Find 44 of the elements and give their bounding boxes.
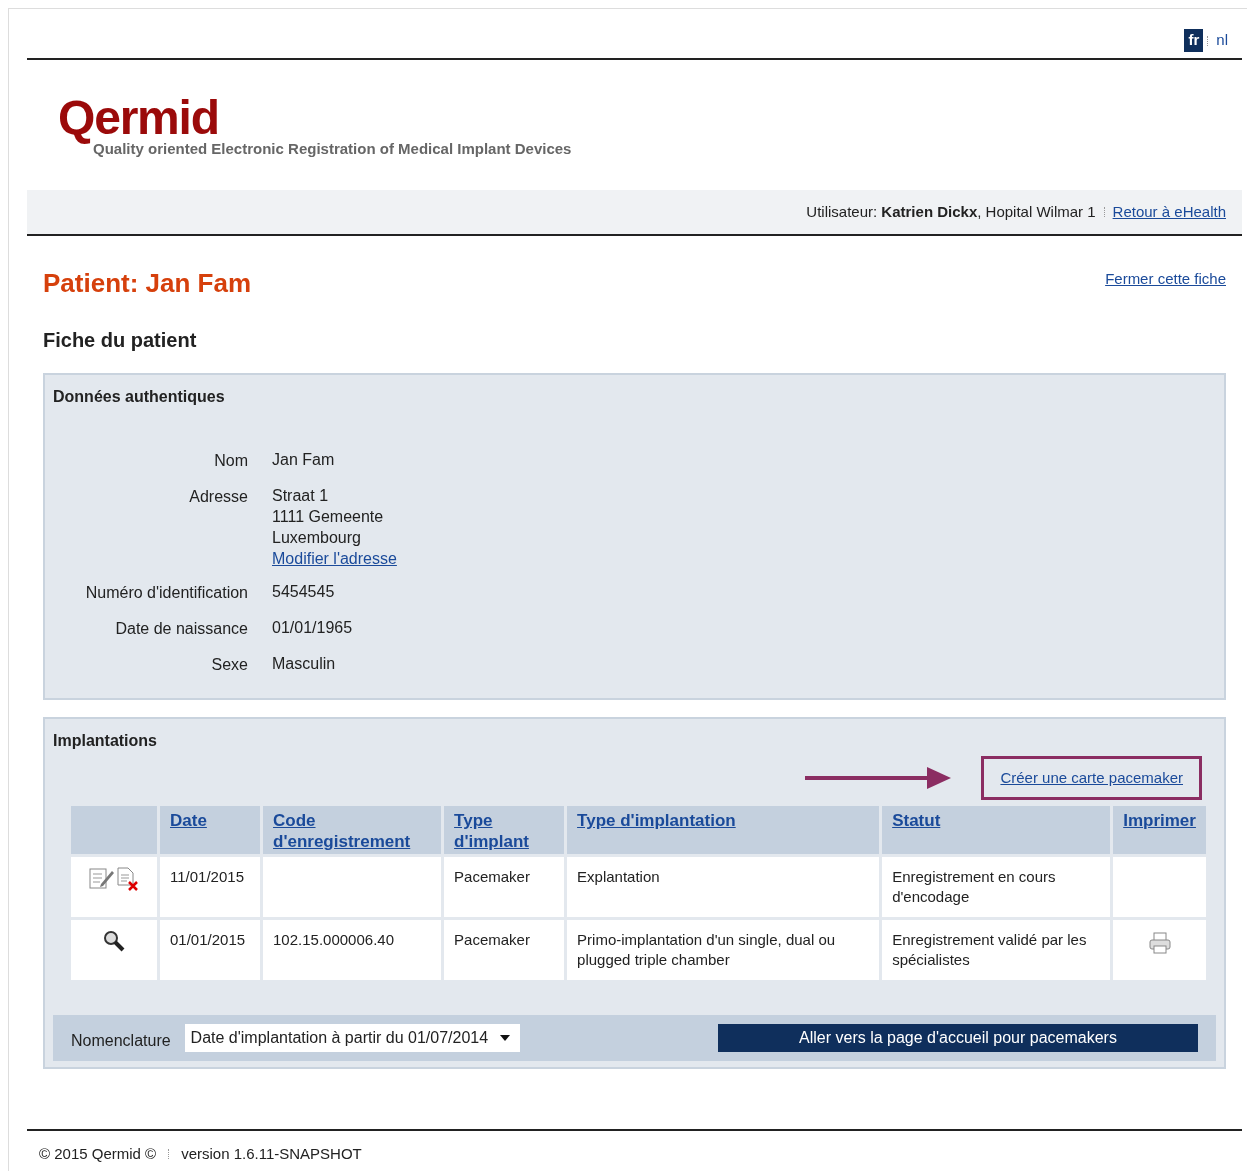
dropdown-caret-icon [500, 1035, 511, 1041]
field-value: 5454545 [272, 582, 335, 602]
delete-document-icon[interactable] [117, 867, 139, 891]
field-value: Straat 1 [272, 486, 329, 506]
version-text: version 1.6.11-SNAPSHOT [181, 1144, 362, 1164]
nomenclature-dropdown[interactable]: Date d'implantation à partir du 01/07/2014 [184, 1024, 520, 1052]
table-cell: Enregistrement validé par les spécialistes [892, 931, 1087, 968]
field-label: Sexe [211, 656, 248, 673]
table-cell: 01/01/2015 [170, 931, 246, 948]
language-link[interactable]: nl [1212, 29, 1232, 52]
close-record-link[interactable]: Fermer cette fiche [1105, 268, 1226, 291]
ehealth-link[interactable]: Retour à eHealth [1112, 200, 1226, 224]
table-cell: Pacemaker [454, 931, 530, 948]
search-icon[interactable] [103, 930, 125, 952]
arrow-icon [805, 767, 952, 789]
field-label: Adresse [189, 488, 248, 505]
table-cell: 11/01/2015 [170, 868, 244, 885]
panel-title: Données authentiques [53, 387, 225, 407]
nomenclature-label: Nomenclature [71, 1031, 171, 1051]
field-label: Date de naissance [115, 620, 248, 637]
edit-address-link[interactable]: Modifier l'adresse [272, 548, 397, 569]
field-label: Nom [214, 452, 248, 469]
edit-icon[interactable] [89, 867, 115, 889]
logo-wordmark: Qermid [58, 94, 219, 142]
panel-title: Implantations [53, 731, 157, 751]
field-value: Jan Fam [272, 450, 335, 470]
field-label: Numéro d'identification [85, 584, 248, 601]
section-title: Fiche du patient [42, 328, 198, 353]
field-value: Masculin [272, 654, 336, 674]
copyright-text: © 2015 Qermid © [39, 1144, 157, 1164]
language-link[interactable]: fr [1184, 29, 1204, 52]
field-value: 01/01/1965 [272, 618, 353, 638]
pacemaker-home-button[interactable]: Aller vers la page d'accueil pour pacemakers [718, 1024, 1198, 1052]
field-value: 1111 Gemeente [272, 507, 384, 527]
user-info: Utilisateur: Katrien Dickx, Hopital Wilmar 1 [806, 201, 1096, 222]
table-cell: 102.15.000006.40 [273, 931, 394, 948]
table-cell: Explantation [577, 868, 660, 885]
table-cell: Pacemaker [454, 868, 530, 885]
logo-tagline: Quality oriented Electronic Registration of Medical Implant Devices [93, 140, 572, 159]
table-cell: Primo-implantation d'un single, dual ou plugged triple chamber [577, 931, 836, 968]
patient-title: Patient: Jan Fam [43, 267, 252, 300]
field-value: Luxembourg [272, 528, 361, 548]
table-cell: Enregistrement en cours d'encodage [892, 868, 1056, 905]
create-pacemaker-card-link[interactable]: Créer une carte pacemaker [981, 755, 1202, 801]
